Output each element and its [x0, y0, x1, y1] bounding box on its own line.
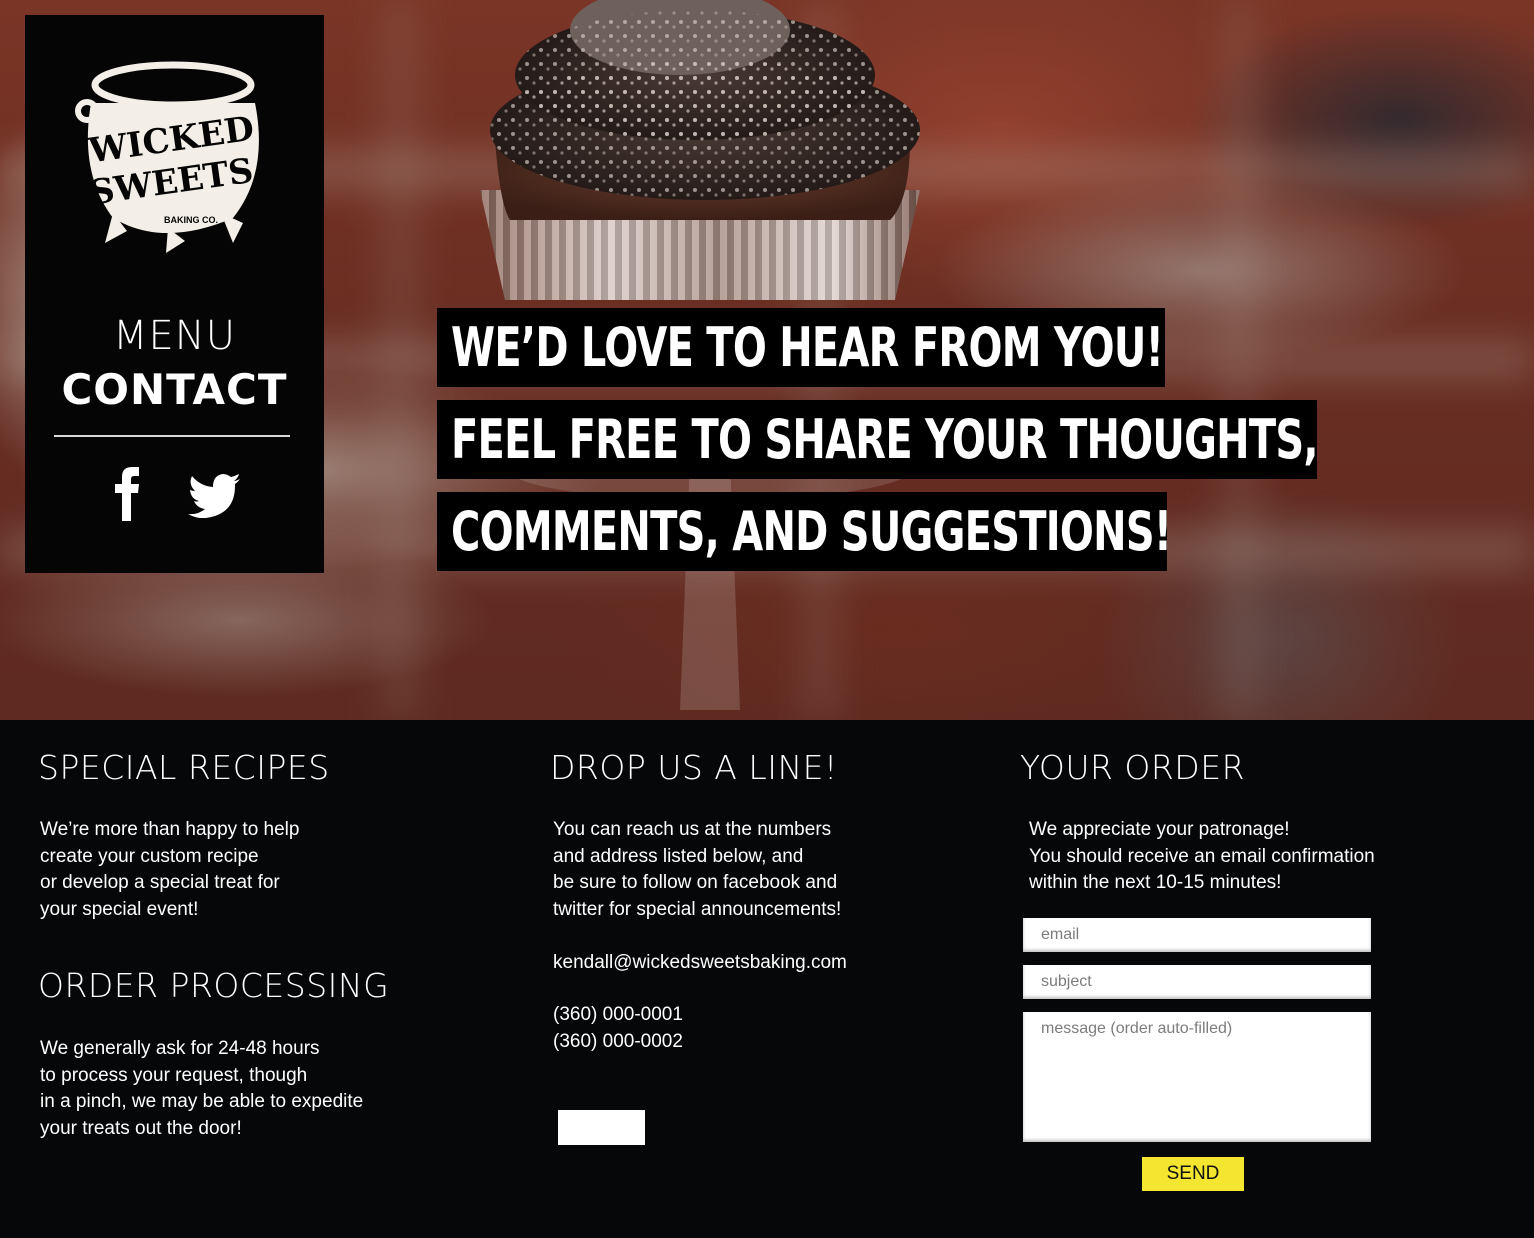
wicked-sweets-logo[interactable]: WICKED SWEETS BAKING CO. [73, 53, 273, 263]
hero-headline-line-2: FEEL FREE TO SHARE YOUR THOUGHTS, [437, 400, 1319, 479]
your-order-text: We appreciate your patronage! You should… [1029, 819, 1375, 894]
nav-menu-link[interactable]: MENU [25, 313, 324, 359]
message-field[interactable] [1023, 1012, 1371, 1142]
order-processing-heading: ORDER PROCESSING [38, 966, 390, 1005]
nav-contact-link[interactable]: CONTACT [25, 365, 324, 414]
contact-email[interactable]: kendall@wickedsweetsbaking.com [553, 950, 847, 977]
special-recipes-text: We’re more than happy to help create you… [40, 819, 300, 920]
nav-divider [54, 435, 290, 437]
contact-phones: (360) 000-0001 (360) 000-0002 [553, 1004, 683, 1052]
twitter-icon[interactable] [188, 474, 240, 518]
special-recipes-heading: SPECIAL RECIPES [38, 748, 330, 787]
order-processing-text: We generally ask for 24-48 hours to proc… [40, 1038, 364, 1139]
blank-button[interactable] [558, 1110, 645, 1145]
info-section: SPECIAL RECIPES We’re more than happy to… [0, 720, 1534, 1238]
hero-headline-line-1: WE’D LOVE TO HEAR FROM YOU! [437, 308, 1165, 387]
your-order-heading: YOUR ORDER [1020, 748, 1245, 787]
email-field[interactable] [1023, 918, 1371, 952]
svg-text:BAKING CO.: BAKING CO. [164, 215, 218, 225]
hero-banner: WICKED SWEETS BAKING CO. MENU CONTACT WE… [0, 0, 1534, 720]
drop-us-a-line-text: You can reach us at the numbers and addr… [553, 819, 842, 920]
facebook-icon[interactable] [113, 465, 141, 521]
sidebar-panel: WICKED SWEETS BAKING CO. MENU CONTACT [25, 15, 324, 573]
drop-us-a-line-heading: DROP US A LINE! [550, 748, 838, 787]
send-button[interactable]: SEND [1142, 1157, 1244, 1191]
hero-headline-line-3: COMMENTS, AND SUGGESTIONS! [437, 492, 1172, 571]
subject-field[interactable] [1023, 965, 1371, 999]
